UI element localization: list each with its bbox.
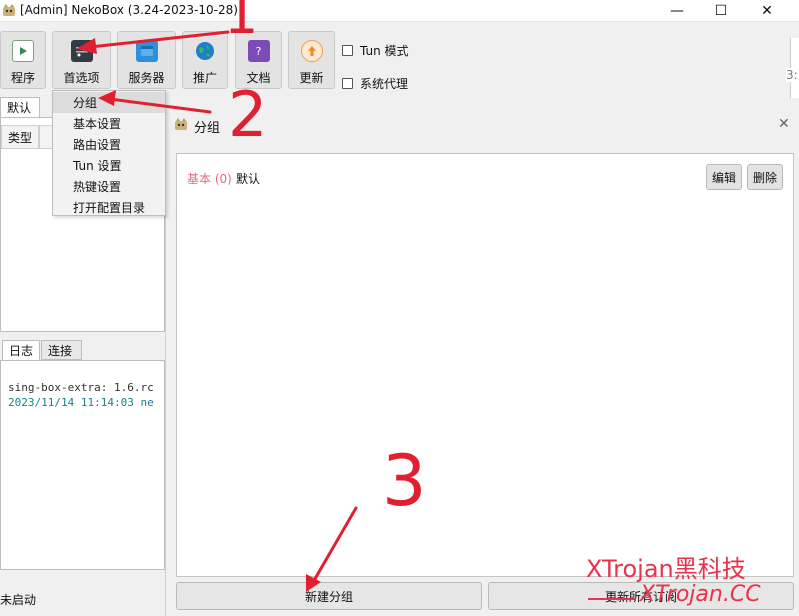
annotation-arrowhead-2 xyxy=(98,90,116,106)
annotation-number-1: 1 xyxy=(224,0,259,46)
annotation-arrowhead-3 xyxy=(306,574,321,592)
annotation-overlay xyxy=(76,30,358,592)
watermark-line-1: XTrojan黑科技 xyxy=(586,555,746,583)
annotation-arrow-1 xyxy=(88,30,230,49)
annotation-number-2: 2 xyxy=(228,78,268,151)
watermark-dash xyxy=(588,598,636,600)
annotation-arrowhead-1 xyxy=(76,38,97,54)
watermark-line-2: XTrojan.CC xyxy=(640,582,761,607)
annotation-arrow-3 xyxy=(310,506,358,586)
annotation-arrow-2 xyxy=(108,97,212,114)
annotation-number-3: 3 xyxy=(382,440,427,522)
